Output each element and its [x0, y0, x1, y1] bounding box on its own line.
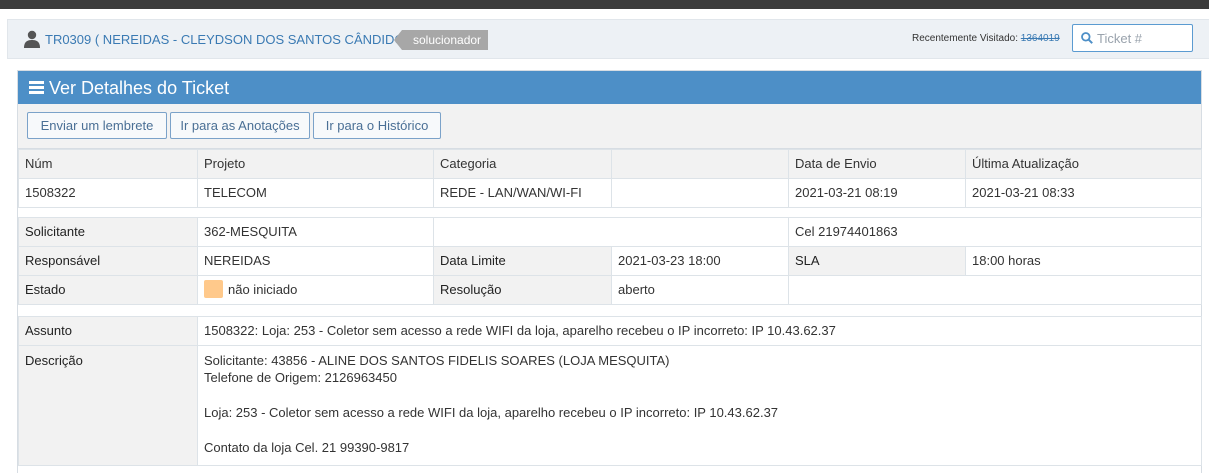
assunto-value: 1508322: Loja: 253 - Coletor sem acesso … — [197, 316, 1202, 346]
value-ultima-atualizacao: 2021-03-21 08:33 — [965, 178, 1202, 208]
estado-row: Estado não iniciado Resolução aberto — [18, 275, 1202, 305]
header-projeto: Projeto — [197, 149, 434, 179]
header-num: Núm — [18, 149, 198, 179]
descricao-line: Contato da loja Cel. 21 99390-9817 — [204, 440, 410, 455]
data-limite-label: Data Limite — [433, 246, 612, 276]
solicitante-value: 362-MESQUITA — [197, 217, 434, 247]
value-data-envio: 2021-03-21 08:19 — [788, 178, 966, 208]
user-ticket-link[interactable]: TR0309 ( NEREIDAS - CLEYDSON DOS SANTOS … — [45, 32, 412, 47]
estado-value: não iniciado — [228, 282, 298, 297]
sla-value: 18:00 horas — [965, 246, 1202, 276]
value-categoria: REDE - LAN/WAN/WI-FI — [433, 178, 612, 208]
responsavel-row: Responsável NEREIDAS Data Limite 2021-03… — [18, 246, 1202, 276]
descricao-line: Loja: 253 - Coletor sem acesso a rede WI… — [204, 405, 779, 420]
summary-value-row: 1508322 TELECOM REDE - LAN/WAN/WI-FI 202… — [18, 178, 1202, 208]
recent-ticket-link[interactable]: 1364019 — [1021, 33, 1060, 44]
panel-title: Ver Detalhes do Ticket — [49, 78, 230, 98]
header-ultima-atualizacao: Última Atualização — [965, 149, 1202, 179]
ticket-details-table: Solicitante 362-MESQUITA Cel 21974401863… — [18, 217, 1202, 305]
recent-visited-label: Recentemente Visitado: — [912, 33, 1018, 44]
cel-value: Cel 21974401863 — [788, 217, 1202, 247]
header-categoria: Categoria — [433, 149, 612, 179]
solicitante-label: Solicitante — [18, 217, 198, 247]
send-reminder-button[interactable]: Enviar um lembrete — [27, 112, 167, 139]
estado-cell: não iniciado — [197, 275, 434, 305]
panel-header: Ver Detalhes do Ticket — [18, 71, 1201, 104]
resolucao-value: aberto — [611, 275, 789, 305]
user-icon — [24, 30, 40, 48]
sla-label: SLA — [788, 246, 966, 276]
value-empty — [611, 178, 789, 208]
responsavel-label: Responsável — [18, 246, 198, 276]
search-icon — [1081, 32, 1093, 44]
assunto-row: Assunto 1508322: Loja: 253 - Coletor sem… — [18, 316, 1202, 346]
header-data-envio: Data de Envio — [788, 149, 966, 179]
data-limite-value: 2021-03-23 18:00 — [611, 246, 789, 276]
role-tag: solucionador — [393, 30, 489, 50]
value-num: 1508322 — [18, 178, 198, 208]
status-color-swatch — [204, 280, 223, 299]
summary-header-row: Núm Projeto Categoria Data de Envio Últi… — [18, 149, 1202, 179]
resolucao-label: Resolução — [433, 275, 612, 305]
ticket-search-box[interactable] — [1072, 24, 1193, 52]
solicitante-row: Solicitante 362-MESQUITA Cel 21974401863 — [18, 217, 1202, 247]
ticket-details-panel: Ver Detalhes do Ticket Enviar um lembret… — [17, 70, 1202, 473]
menu-icon — [29, 81, 44, 94]
descricao-row: Descrição Solicitante: 43856 - ALINE DOS… — [18, 345, 1202, 466]
top-dark-bar — [0, 0, 1209, 9]
estado-empty — [788, 275, 1202, 305]
assunto-label: Assunto — [18, 316, 198, 346]
user-info-bar: TR0309 ( NEREIDAS - CLEYDSON DOS SANTOS … — [7, 19, 1209, 59]
ticket-search-input[interactable] — [1097, 29, 1189, 48]
recent-visited: Recentemente Visitado: 1364019 — [912, 33, 1060, 44]
solicitante-empty — [433, 217, 789, 247]
header-empty — [611, 149, 789, 179]
descricao-value: Solicitante: 43856 - ALINE DOS SANTOS FI… — [197, 345, 1202, 466]
go-to-history-button[interactable]: Ir para o Histórico — [313, 112, 441, 139]
ticket-summary-table: Núm Projeto Categoria Data de Envio Últi… — [18, 149, 1202, 208]
descricao-label: Descrição — [18, 345, 198, 466]
estado-label: Estado — [18, 275, 198, 305]
ticket-toolbar: Enviar um lembrete Ir para as Anotações … — [18, 104, 1201, 149]
descricao-line: Telefone de Origem: 2126963450 — [204, 370, 397, 385]
responsavel-value: NEREIDAS — [197, 246, 434, 276]
ticket-content-table: Assunto 1508322: Loja: 253 - Coletor sem… — [18, 316, 1202, 466]
descricao-line: Solicitante: 43856 - ALINE DOS SANTOS FI… — [204, 353, 670, 368]
value-projeto: TELECOM — [197, 178, 434, 208]
go-to-notes-button[interactable]: Ir para as Anotações — [170, 112, 310, 139]
